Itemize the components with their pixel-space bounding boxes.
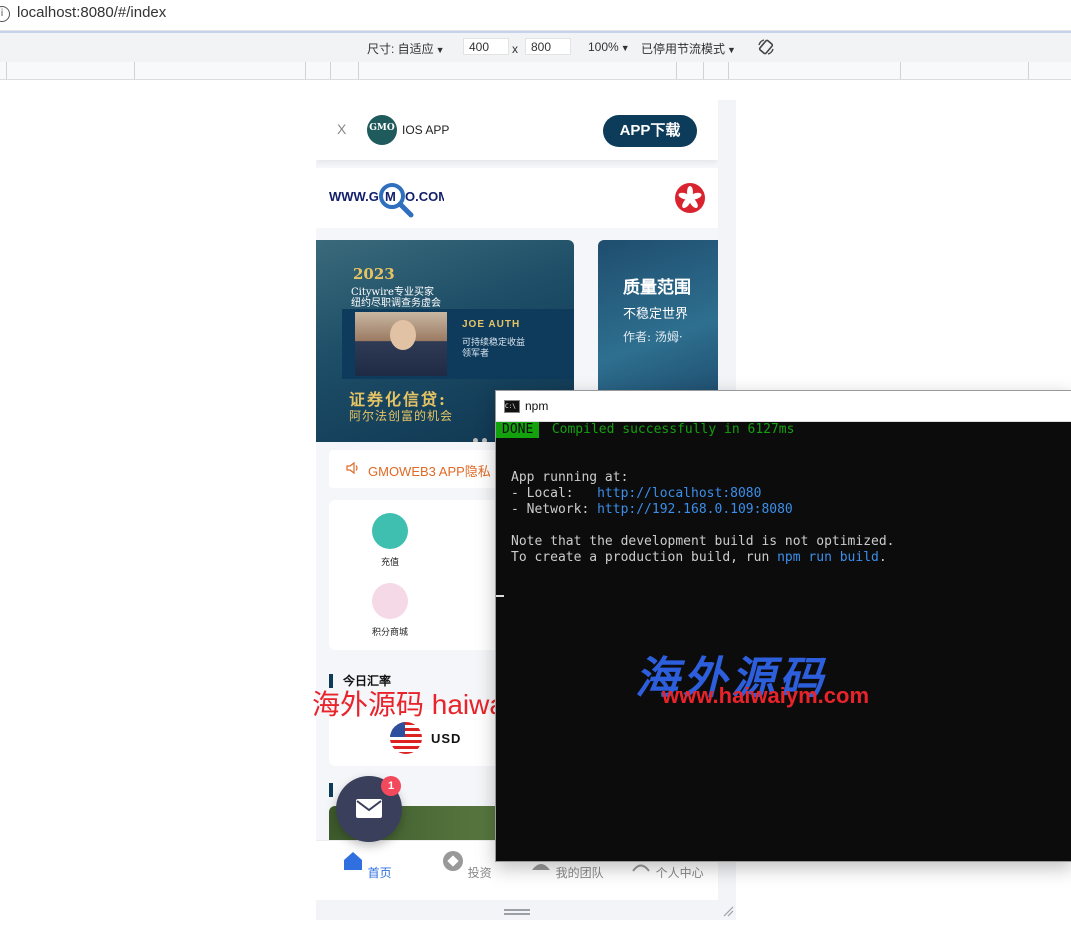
currency-code: USD — [431, 731, 462, 746]
slide-subtitle: 阿尔法创富的机会 — [349, 409, 454, 423]
invest-icon — [443, 851, 464, 871]
ruler-tick — [676, 62, 677, 79]
speaker-photo — [355, 312, 447, 376]
menu-item-recharge[interactable]: 充值 — [360, 513, 420, 568]
app-download-button[interactable]: APP下载 — [603, 115, 697, 147]
carousel-slide[interactable]: 质量范围 不稳定世界 作者: 汤姆· — [598, 240, 718, 400]
local-line: - Local: http://localhost:8080 — [511, 486, 761, 502]
carousel-dots[interactable] — [473, 430, 491, 442]
message-button[interactable]: 1 — [336, 776, 402, 842]
slide-author: 作者: 汤姆· — [623, 330, 683, 344]
app-download-banner: X GMO IOS APP APP下载 — [316, 100, 718, 160]
unread-badge: 1 — [381, 776, 401, 796]
terminal-titlebar[interactable]: C:\ npm — [496, 391, 1071, 422]
note-line: To create a production build, run npm ru… — [511, 550, 887, 566]
url-text[interactable]: localhost:8080/#/index — [17, 4, 166, 21]
slide-title: 质量范围 — [623, 278, 691, 298]
network-line: - Network: http://192.168.0.109:8080 — [511, 502, 793, 518]
local-label: - Local: — [511, 486, 598, 501]
ruler-tick — [134, 62, 135, 79]
tab-label: 个人中心 — [655, 866, 704, 880]
resize-handle-bottom[interactable] — [504, 909, 530, 915]
local-url[interactable]: http://localhost:8080 — [597, 486, 761, 501]
zoom-select[interactable]: 100% ▼ — [588, 40, 630, 54]
address-bar[interactable]: i localhost:8080/#/index — [0, 0, 1071, 31]
caret-down-icon: ▼ — [620, 43, 630, 53]
ruler-tick — [6, 62, 7, 79]
svg-text:WWW.G: WWW.G — [329, 189, 379, 204]
carousel-dot[interactable] — [482, 438, 487, 442]
menu-label: 充值 — [380, 557, 399, 567]
us-flag-icon — [390, 722, 422, 754]
rotate-icon[interactable] — [757, 38, 775, 56]
width-input[interactable]: 400 — [463, 38, 509, 55]
tab-label: 投资 — [467, 866, 492, 880]
caret-down-icon: ▼ — [727, 45, 736, 55]
note-prefix: To create a production build, run — [511, 550, 778, 565]
slide-subtitle: 不稳定世界 — [623, 307, 689, 322]
speaker-desc: 领军者 — [462, 348, 490, 358]
note-suffix: . — [878, 550, 887, 565]
note-line: Note that the development build is not o… — [511, 534, 895, 549]
tab-home[interactable]: 首页 — [327, 850, 407, 881]
recharge-icon — [372, 513, 408, 549]
tab-label: 首页 — [367, 866, 392, 880]
speaker-name: JOE AUTH — [462, 319, 521, 330]
throttle-select[interactable]: 已停用节流模式 ▼ — [641, 40, 736, 57]
svg-text:M: M — [385, 189, 396, 204]
height-input[interactable]: 800 — [525, 38, 571, 55]
svg-text:O.COM: O.COM — [405, 189, 444, 204]
ruler-tick — [358, 62, 359, 79]
slide-year: 2023 — [353, 265, 395, 283]
terminal-window[interactable]: C:\ npm DONE Compiled successfully in 61… — [495, 390, 1071, 862]
tab-label: 我的团队 — [555, 866, 604, 880]
ruler-tick — [305, 62, 306, 79]
zoom-label: 100% — [588, 40, 619, 54]
terminal-title: npm — [525, 399, 549, 413]
terminal-icon: C:\ — [504, 400, 520, 413]
envelope-icon — [356, 799, 382, 818]
terminal-cursor — [496, 595, 504, 597]
dimensions-select[interactable]: 尺寸: 自适应 ▼ — [367, 40, 445, 57]
build-command: npm run build — [777, 550, 879, 565]
ruler-tick — [330, 62, 331, 79]
ruler-tick — [900, 62, 901, 79]
ruler-tick — [728, 62, 729, 79]
menu-item-points-mall[interactable]: 积分商城 — [360, 583, 420, 638]
device-toolbar: 尺寸: 自适应 ▼ 400 x 800 100% ▼ 已停用节流模式 ▼ — [0, 31, 1071, 64]
network-label: - Network: — [511, 502, 598, 517]
watermark-url: www.haiwaiym.com — [662, 683, 870, 708]
compile-status: Compiled successfully in 6127ms — [544, 422, 795, 437]
app-name: IOS APP — [402, 123, 450, 137]
times-label: x — [512, 42, 518, 56]
site-info-icon[interactable]: i — [0, 6, 10, 22]
points-mall-icon — [372, 583, 408, 619]
notice-text: GMOWEB3 APP隐私 — [368, 464, 491, 479]
bauhinia-icon — [678, 186, 702, 209]
home-icon — [344, 852, 363, 870]
running-line: App running at: — [511, 470, 629, 485]
caret-down-icon: ▼ — [435, 45, 445, 55]
done-badge: DONE — [496, 422, 540, 438]
menu-label: 积分商城 — [371, 627, 408, 637]
dimensions-label: 尺寸: 自适应 — [367, 42, 434, 56]
close-banner-button[interactable]: X — [337, 121, 346, 137]
site-header: WWW.G M O.COM — [316, 168, 718, 228]
speaker-head — [390, 320, 416, 350]
throttle-label: 已停用节流模式 — [641, 42, 726, 56]
carousel-dot[interactable] — [473, 438, 478, 442]
network-url[interactable]: http://192.168.0.109:8080 — [597, 502, 793, 517]
gmo-logo: GMO — [367, 115, 397, 145]
media-query-ruler — [0, 62, 1071, 80]
hong-kong-flag-icon[interactable] — [675, 183, 705, 213]
resize-corner-icon[interactable] — [722, 905, 734, 917]
speaker-card: JOE AUTH 可持续稳定收益 领军者 — [342, 309, 574, 379]
ruler-tick — [1028, 62, 1029, 79]
ruler-tick — [703, 62, 704, 79]
slide-line: 纽约尽职调查务虚会 — [351, 298, 441, 309]
speaker-icon — [346, 461, 358, 475]
site-logo[interactable]: WWW.G M O.COM — [329, 174, 444, 220]
